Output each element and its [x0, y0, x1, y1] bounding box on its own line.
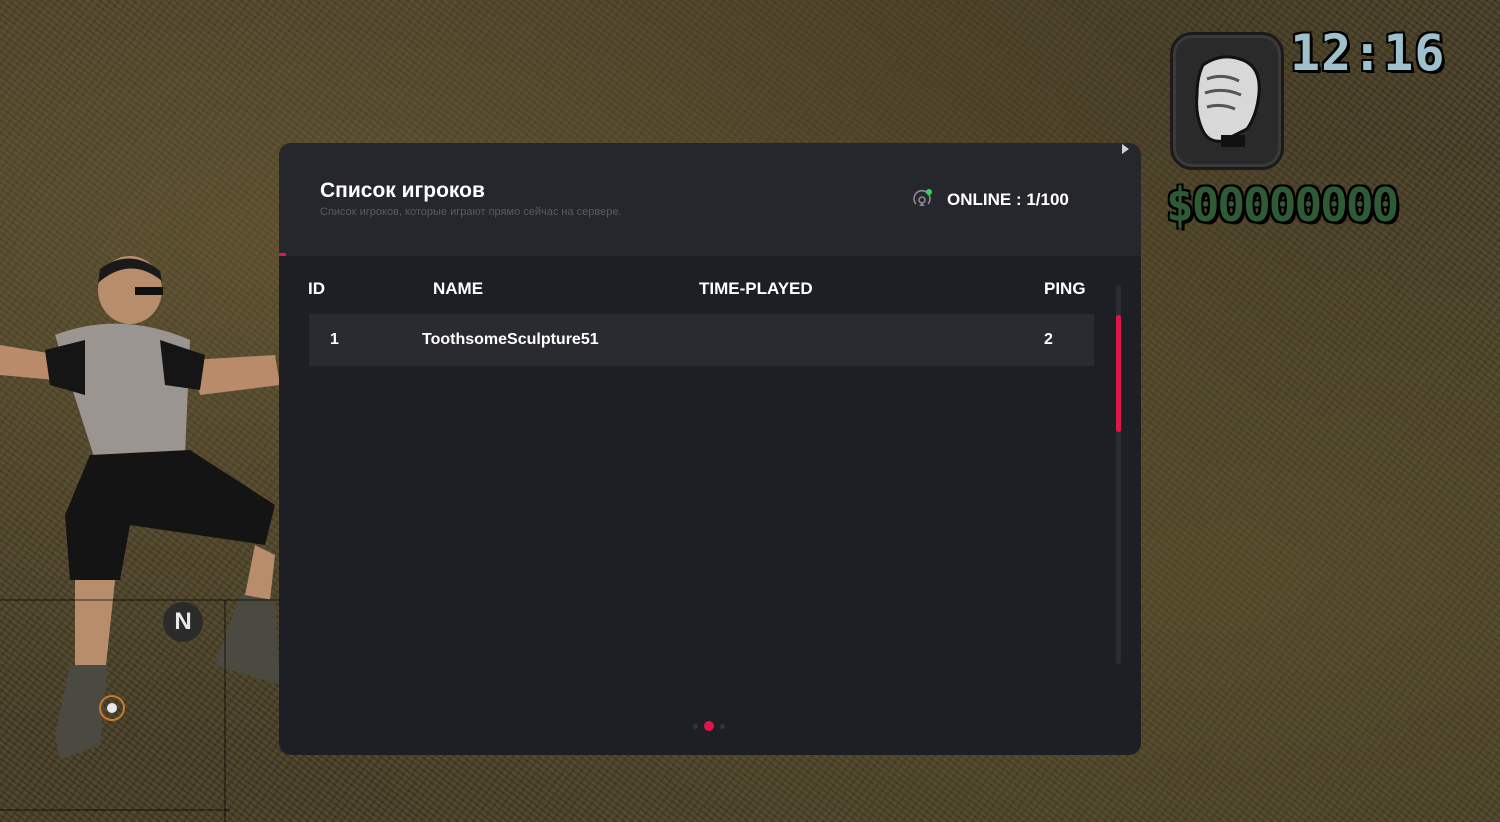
pagination — [693, 721, 725, 731]
fist-icon — [1195, 55, 1261, 147]
page-dot-1[interactable] — [693, 723, 698, 729]
player-list-panel: Список игроков Список игроков, которые и… — [279, 143, 1141, 755]
table-row[interactable]: 1 ToothsomeSculpture51 2 — [309, 314, 1094, 366]
panel-title: Список игроков — [320, 179, 485, 202]
column-header-name[interactable]: NAME — [433, 279, 483, 299]
page-dot-2-active[interactable] — [704, 721, 714, 731]
cell-id: 1 — [330, 331, 339, 348]
money-counter: $00000000 — [1166, 178, 1399, 232]
online-count: ONLINE : 1/100 — [947, 190, 1069, 209]
broadcast-icon — [911, 189, 933, 211]
game-clock: 12:16 — [1290, 24, 1446, 82]
scrollbar[interactable] — [1116, 285, 1121, 664]
panel-subtitle: Список игроков, которые играют прямо сей… — [320, 206, 622, 218]
column-header-time-played[interactable]: TIME-PLAYED — [699, 279, 813, 299]
weapon-slot — [1170, 32, 1284, 170]
page-dot-3[interactable] — [720, 723, 725, 729]
radar-player-blip-icon — [99, 695, 125, 721]
radar-map — [0, 599, 280, 822]
online-indicator-dot — [926, 189, 932, 195]
cell-name: ToothsomeSculpture51 — [422, 331, 599, 348]
cursor-icon — [1122, 144, 1129, 154]
panel-header: Список игроков Список игроков, которые и… — [279, 143, 1141, 256]
column-header-ping[interactable]: PING — [1044, 279, 1086, 299]
header-accent-bar — [279, 253, 286, 256]
cell-ping: 2 — [1044, 331, 1053, 348]
column-header-id[interactable]: ID — [308, 279, 325, 299]
online-status: ONLINE : 1/100 — [911, 189, 1069, 211]
scrollbar-thumb[interactable] — [1116, 315, 1121, 432]
radar-north-icon: N — [163, 602, 203, 642]
